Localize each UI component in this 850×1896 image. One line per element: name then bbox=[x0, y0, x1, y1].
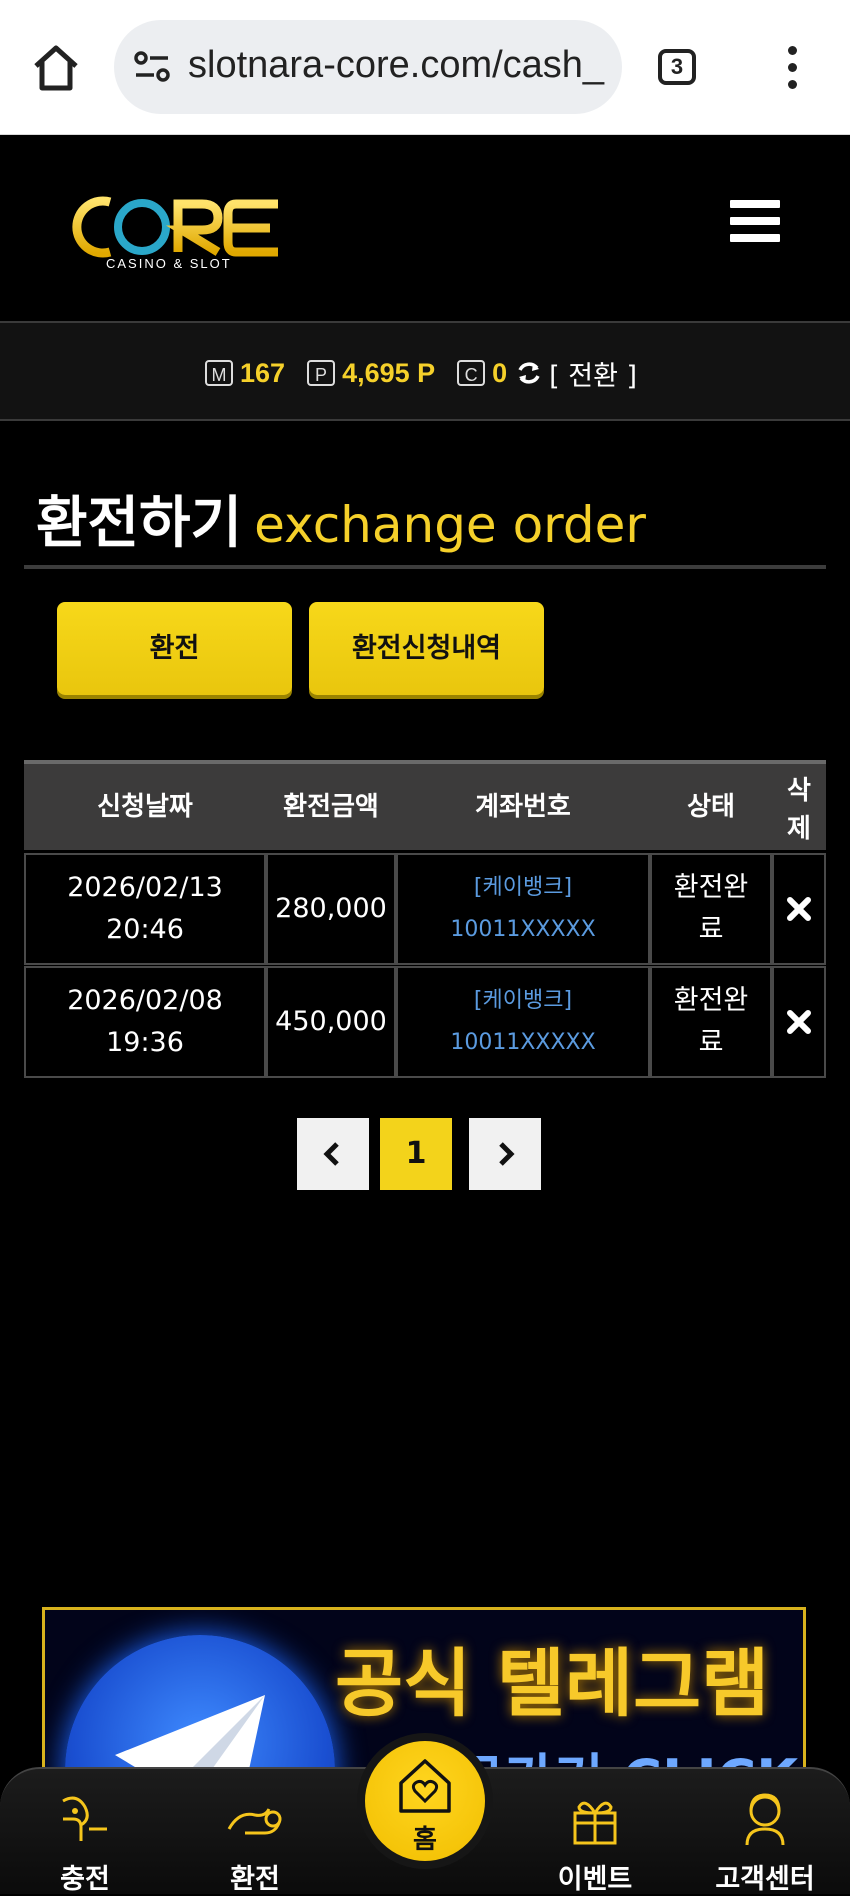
deposit-hand-icon bbox=[62, 1796, 107, 1841]
more-menu-icon[interactable] bbox=[780, 46, 804, 90]
money-balance: 167 bbox=[240, 357, 286, 388]
banner-title: 공식 텔레그램 bbox=[335, 1641, 770, 1727]
prev-page-button[interactable] bbox=[297, 1118, 369, 1190]
paper-plane-icon bbox=[115, 1695, 265, 1784]
tab-count-button[interactable]: 3 bbox=[658, 49, 696, 85]
header-status: 상태 bbox=[687, 792, 735, 822]
cell-account: [케이뱅크] 10011XXXXX bbox=[396, 853, 650, 965]
nav-home-button[interactable]: 홈 bbox=[357, 1733, 493, 1869]
cell-amount: 280,000 bbox=[266, 853, 396, 965]
logo-subtitle: CASINO & SLOT bbox=[106, 256, 232, 270]
page-title-korean: 환전하기 bbox=[36, 491, 243, 556]
refresh-icon[interactable] bbox=[515, 359, 543, 387]
next-page-button[interactable] bbox=[469, 1118, 541, 1190]
coupon-badge-icon: C bbox=[457, 360, 486, 386]
close-icon bbox=[787, 897, 811, 921]
site-settings-icon[interactable] bbox=[132, 50, 172, 84]
table-row: 2026/02/13 20:46 280,000 [케이뱅크] 10011XXXXX… bbox=[24, 853, 826, 965]
header-date: 신청날짜 bbox=[97, 792, 193, 822]
headset-icon bbox=[745, 1793, 785, 1846]
exchange-hand-icon bbox=[227, 1808, 282, 1835]
site-header: CASINO & SLOT bbox=[0, 135, 850, 320]
title-divider bbox=[24, 565, 826, 569]
home-icon[interactable] bbox=[30, 42, 82, 94]
nav-charge[interactable]: 충전 bbox=[25, 1789, 145, 1896]
balance-bar: M 167 P 4,695 P C 0 [ 전환 ] bbox=[0, 321, 850, 421]
header-amount: 환전금액 bbox=[283, 792, 379, 822]
point-balance: 4,695 P bbox=[342, 357, 436, 388]
telegram-logo bbox=[65, 1635, 335, 1784]
header-delete: 삭제 bbox=[787, 776, 811, 844]
coupon-balance: 0 bbox=[492, 357, 508, 388]
convert-button[interactable]: [ 전환 ] bbox=[549, 354, 637, 393]
point-badge-icon: P bbox=[307, 360, 336, 386]
cell-amount: 450,000 bbox=[266, 966, 396, 1078]
page-title: 환전하기 exchange order bbox=[36, 478, 646, 559]
table-header: 신청날짜 환전금액 계좌번호 상태 삭제 bbox=[24, 760, 826, 850]
table-row: 2026/02/08 19:36 450,000 [케이뱅크] 10011XXXXX… bbox=[24, 966, 826, 1078]
cell-status: 환전완 료 bbox=[650, 966, 772, 1078]
cell-date: 2026/02/08 19:36 bbox=[24, 966, 266, 1078]
exchange-history-button[interactable]: 환전신청내역 bbox=[309, 602, 544, 695]
close-icon bbox=[787, 1010, 811, 1034]
url-text: slotnara-core.com/cash_ bbox=[188, 44, 605, 86]
money-badge-icon: M bbox=[205, 360, 233, 386]
chevron-left-icon bbox=[323, 1142, 339, 1166]
nav-event[interactable]: 이벤트 bbox=[535, 1789, 655, 1896]
header-account: 계좌번호 bbox=[475, 792, 571, 822]
delete-button[interactable] bbox=[772, 966, 826, 1078]
gift-icon bbox=[573, 1801, 617, 1845]
browser-toolbar: slotnara-core.com/cash_ 3 bbox=[0, 0, 850, 135]
home-heart-icon bbox=[399, 1759, 451, 1813]
nav-exchange[interactable]: 환전 bbox=[195, 1789, 315, 1896]
delete-button[interactable] bbox=[772, 853, 826, 965]
page-title-english: exchange order bbox=[254, 496, 646, 554]
cell-status: 환전완 료 bbox=[650, 853, 772, 965]
cell-account: [케이뱅크] 10011XXXXX bbox=[396, 966, 650, 1078]
nav-support[interactable]: 고객센터 bbox=[705, 1789, 825, 1896]
address-bar[interactable]: slotnara-core.com/cash_ bbox=[114, 20, 622, 114]
cell-date: 2026/02/13 20:46 bbox=[24, 853, 266, 965]
core-logo[interactable]: CASINO & SLOT bbox=[70, 190, 290, 270]
hamburger-menu-icon[interactable] bbox=[730, 200, 780, 244]
page-number-current[interactable]: 1 bbox=[380, 1118, 452, 1190]
exchange-button[interactable]: 환전 bbox=[57, 602, 292, 695]
chevron-right-icon bbox=[499, 1142, 515, 1166]
